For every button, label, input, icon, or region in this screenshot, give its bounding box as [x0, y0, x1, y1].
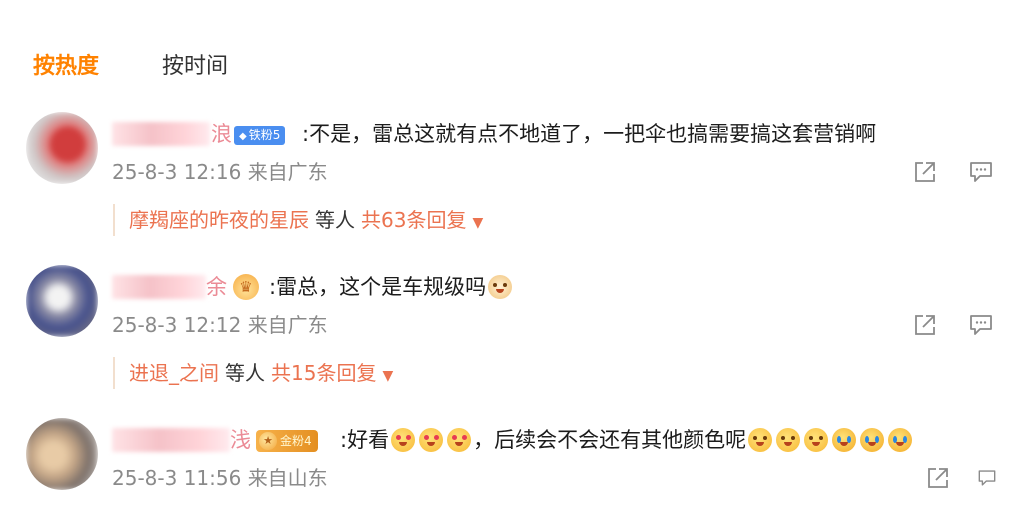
- reply-count-link[interactable]: 共15条回复: [271, 361, 376, 385]
- comment-icon[interactable]: [977, 465, 997, 491]
- diamond-icon: ◆: [239, 131, 247, 142]
- flower-face-emoji-icon: [748, 428, 773, 452]
- gold-fan-icon: ★: [259, 432, 277, 450]
- gold-fan-badge[interactable]: ★ 金粉4: [256, 430, 318, 452]
- comment-text-part: ，后续会不会还有其他颜色呢: [473, 428, 747, 452]
- comment-icon[interactable]: [968, 312, 994, 338]
- username-blurred[interactable]: [112, 428, 230, 452]
- comment-location: 来自广东: [247, 160, 328, 184]
- avatar[interactable]: [26, 265, 98, 337]
- crying-emoji-icon: [888, 428, 913, 452]
- username-tail[interactable]: 浪: [211, 118, 232, 150]
- comment-icon[interactable]: [968, 159, 994, 185]
- fan-level-label: 铁粉5: [248, 128, 281, 142]
- flower-face-emoji-icon: [804, 428, 829, 452]
- reply-summary[interactable]: 摩羯座的昨夜的星辰 等人 共63条回复 ▼: [113, 204, 483, 236]
- flower-face-emoji-icon: [776, 428, 801, 452]
- comment-meta: 25-8-3 12:16 来自广东: [112, 158, 328, 186]
- fan-level-label: 金粉4: [280, 434, 312, 448]
- reply-summary[interactable]: 进退_之间 等人 共15条回复 ▼: [113, 357, 393, 389]
- dog-emoji-icon: [488, 275, 513, 299]
- username-blurred[interactable]: [112, 275, 206, 299]
- comment-time: 25-8-3 12:12: [112, 313, 242, 337]
- username-blurred[interactable]: [112, 122, 210, 146]
- avatar-image-blurred: [26, 265, 98, 337]
- share-icon[interactable]: [912, 312, 938, 338]
- triangle-down-icon[interactable]: ▼: [472, 215, 483, 231]
- reply-user-link[interactable]: 进退_之间: [129, 361, 219, 385]
- comment-time: 25-8-3 11:56: [112, 466, 242, 490]
- username-tail[interactable]: 浅: [230, 424, 251, 456]
- fan-level-badge[interactable]: ◆ 铁粉5: [234, 126, 286, 145]
- comment-location: 来自广东: [247, 313, 328, 337]
- avatar[interactable]: [26, 112, 98, 184]
- comment-time: 25-8-3 12:16: [112, 160, 242, 184]
- comment-text: :雷总，这个是车规级吗: [269, 271, 514, 303]
- avatar[interactable]: [26, 418, 98, 490]
- comment-text-part: :好看: [340, 428, 390, 452]
- tab-sort-by-hot[interactable]: 按热度: [33, 52, 99, 82]
- comment-text-part: :雷总，这个是车规级吗: [269, 275, 487, 299]
- username-tail[interactable]: 余: [206, 271, 227, 303]
- heart-eyes-emoji-icon: [391, 428, 416, 452]
- triangle-down-icon[interactable]: ▼: [382, 368, 393, 384]
- tab-sort-by-time[interactable]: 按时间: [162, 52, 228, 82]
- crying-emoji-icon: [860, 428, 885, 452]
- share-icon[interactable]: [912, 159, 938, 185]
- avatar-image-blurred: [26, 112, 98, 184]
- comment-location: 来自山东: [247, 466, 328, 490]
- avatar-image-blurred: [26, 418, 98, 490]
- reply-etc-label: 等人: [225, 361, 265, 385]
- comment-text: :不是，雷总这就有点不地道了，一把伞也搞需要搞这套营销啊: [302, 122, 877, 146]
- heart-eyes-emoji-icon: [419, 428, 444, 452]
- comment-meta: 25-8-3 11:56 来自山东: [112, 464, 328, 492]
- heart-eyes-emoji-icon: [447, 428, 472, 452]
- comment-text: :好看 ，后续会不会还有其他颜色呢: [340, 424, 914, 456]
- reply-user-link[interactable]: 摩羯座的昨夜的星辰: [129, 208, 309, 232]
- share-icon[interactable]: [925, 465, 951, 491]
- reply-etc-label: 等人: [315, 208, 355, 232]
- reply-count-link[interactable]: 共63条回复: [361, 208, 466, 232]
- crying-emoji-icon: [832, 428, 857, 452]
- crown-badge-icon[interactable]: ♛: [233, 274, 259, 300]
- comment-meta: 25-8-3 12:12 来自广东: [112, 311, 328, 339]
